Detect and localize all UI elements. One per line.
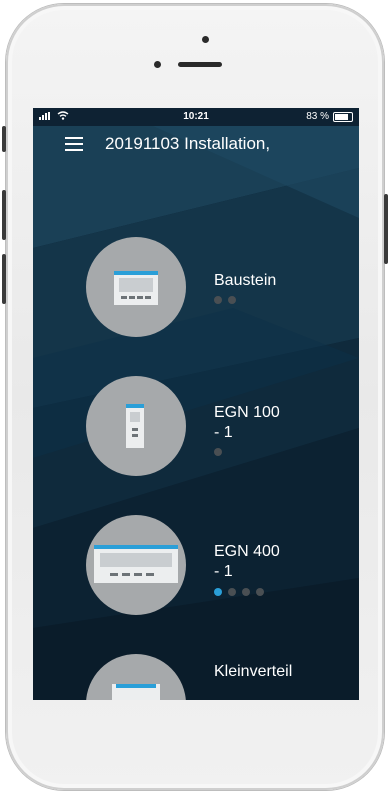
page-indicator (214, 296, 236, 304)
app-screen: 10:21 83 % 20191103 Installation, Bauste… (33, 108, 359, 700)
page-indicator (214, 588, 264, 596)
battery-percent: 83 % (306, 111, 329, 122)
distribution-box-icon (112, 684, 160, 700)
wide-device-icon (94, 545, 178, 583)
device-name-line2: - 1 (214, 424, 233, 441)
device-item-baustein[interactable]: Baustein (86, 237, 336, 337)
device-avatar (86, 237, 186, 337)
status-bar: 10:21 83 % (33, 108, 359, 126)
device-name: EGN 100 - 1 (214, 403, 280, 443)
page-dot[interactable] (242, 588, 250, 596)
device-avatar (86, 376, 186, 476)
device-name-line1: EGN 400 (214, 543, 280, 560)
page-dot[interactable] (228, 296, 236, 304)
device-avatar (86, 654, 186, 700)
page-dot[interactable] (214, 588, 222, 596)
device-name-line2: - 1 (214, 563, 233, 580)
volume-up-button (2, 190, 6, 240)
battery-icon (333, 111, 353, 122)
device-name-line1: Baustein (214, 272, 277, 289)
device-name-line1: EGN 100 (214, 404, 280, 421)
hamburger-menu-icon[interactable] (65, 137, 83, 151)
earpiece-speaker (178, 62, 222, 67)
page-dot[interactable] (228, 588, 236, 596)
device-name: Baustein (214, 271, 276, 291)
app-header: 20191103 Installation, (33, 126, 359, 162)
module-device-icon (114, 271, 158, 305)
volume-down-button (2, 254, 6, 304)
mute-switch (2, 126, 6, 152)
device-item-kleinverteil[interactable]: Kleinverteil (86, 654, 336, 700)
page-indicator (214, 448, 222, 456)
page-dot[interactable] (256, 588, 264, 596)
proximity-sensor (202, 36, 209, 43)
device-item-egn-100[interactable]: EGN 100 - 1 (86, 376, 336, 476)
device-name-line1: Kleinverteil (214, 663, 293, 680)
device-name: Kleinverteil (214, 662, 292, 682)
din-rail-device-icon (126, 404, 144, 448)
device-item-egn-400[interactable]: EGN 400 - 1 (86, 515, 336, 615)
page-title: 20191103 Installation, (105, 134, 271, 153)
power-button (384, 194, 388, 264)
page-dot[interactable] (214, 296, 222, 304)
front-camera (154, 61, 161, 68)
device-avatar (86, 515, 186, 615)
page-dot[interactable] (214, 448, 222, 456)
device-name: EGN 400 - 1 (214, 542, 280, 582)
